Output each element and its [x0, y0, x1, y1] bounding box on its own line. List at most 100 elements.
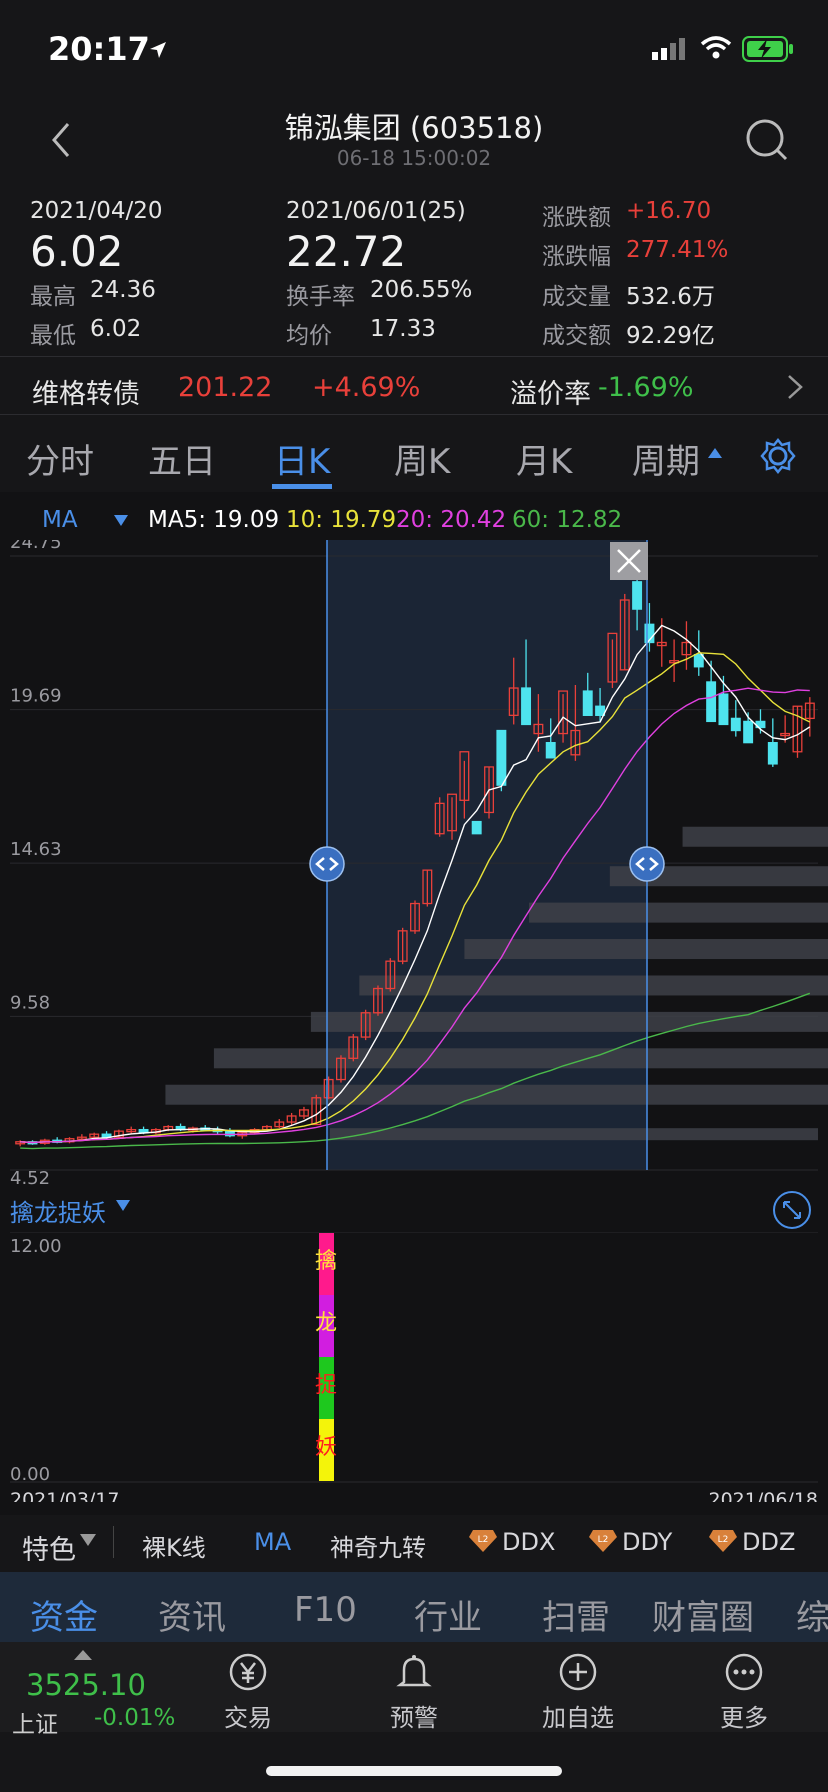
caret-down-icon[interactable]	[116, 1200, 130, 1212]
chip-bar	[682, 826, 828, 847]
ma60-value: 60: 12.82	[512, 507, 623, 533]
chip-bar	[529, 902, 828, 923]
quote-price: 6.02	[30, 227, 124, 276]
tab-wealth-circle[interactable]: 财富圈	[652, 1590, 754, 1639]
dock-more[interactable]: 更多	[684, 1652, 804, 1733]
chip-bar	[359, 975, 828, 996]
index-name: 上证	[12, 1712, 58, 1738]
chip-bar	[213, 1048, 828, 1069]
chip-bar	[165, 1084, 828, 1105]
dock-trade[interactable]: 交易	[188, 1652, 308, 1733]
candle-body	[693, 653, 704, 668]
dock-alert[interactable]: 预警	[354, 1652, 474, 1733]
amount-value: 92.29亿	[626, 323, 715, 349]
index-value[interactable]: 3525.10	[26, 1668, 146, 1702]
status-bar: 20:17	[0, 0, 828, 100]
ma10-value: 10: 19.79	[286, 507, 397, 533]
y-tick-label: 24.75	[10, 540, 62, 553]
tab-news[interactable]: 资讯	[158, 1590, 226, 1639]
bond-change: +4.69%	[312, 372, 421, 403]
avg-value: 17.33	[370, 316, 436, 342]
candle-body	[471, 820, 482, 835]
indicator-chart: 12.00 0.00 擒龙捉妖 2021/03/17 2021/06/18	[10, 1232, 818, 1502]
feature-ddz[interactable]: DDZ	[742, 1528, 795, 1556]
candle-body	[730, 717, 741, 732]
chg-amt-value: +16.70	[626, 198, 712, 224]
dock-trade-label: 交易	[224, 1704, 272, 1732]
tab-weekly-k[interactable]: 周K	[394, 434, 450, 483]
tab-funds[interactable]: 资金	[30, 1590, 98, 1639]
svg-text:L2: L2	[598, 1535, 609, 1545]
candle-body	[718, 693, 729, 726]
y-tick-label: 19.69	[10, 686, 62, 707]
ma-selector[interactable]: MA	[42, 507, 78, 533]
chip-bar	[330, 1128, 818, 1141]
chg-pct-label: 涨跌幅	[542, 244, 611, 270]
candle-body	[743, 720, 754, 744]
selection-range	[327, 540, 647, 1170]
tab-minute[interactable]: 分时	[26, 434, 94, 483]
tab-industry[interactable]: 行业	[414, 1590, 482, 1639]
caret-down-icon[interactable]	[80, 1534, 96, 1547]
low-label: 最低	[30, 323, 76, 349]
indicator-char: 擒	[315, 1249, 337, 1274]
range-date: 2021/06/01(25)	[286, 198, 466, 224]
feature-ma[interactable]: MA	[254, 1528, 291, 1556]
tab-five-day[interactable]: 五日	[148, 434, 216, 483]
settings-gear-icon[interactable]	[760, 438, 796, 474]
premium-label: 溢价率	[510, 379, 591, 410]
more-dots-icon	[725, 1653, 763, 1691]
low-value: 6.02	[90, 316, 142, 342]
chevron-right-icon	[788, 375, 803, 399]
premium-value: -1.69%	[598, 372, 694, 403]
index-change: -0.01%	[94, 1705, 176, 1731]
candlestick-chart[interactable]: 24.75 19.69 14.63 9.58 4.52	[0, 540, 828, 1186]
volume-value: 532.6万	[626, 284, 715, 310]
signal-icon	[652, 38, 685, 60]
search-icon[interactable]	[745, 118, 789, 162]
tab-composite[interactable]: 综	[796, 1590, 828, 1639]
bond-price: 201.22	[178, 372, 273, 403]
candle-body	[632, 581, 643, 610]
tab-daily-k[interactable]: 日K	[274, 434, 330, 483]
battery-charging-icon	[742, 36, 793, 62]
indicator-name[interactable]: 擒龙捉妖	[10, 1193, 106, 1228]
location-arrow-icon	[150, 42, 166, 58]
tab-f10[interactable]: F10	[294, 1590, 357, 1630]
convertible-bond-row[interactable]: 维格转债 201.22 +4.69% 溢价率 -1.69%	[0, 357, 828, 413]
tab-monthly-k[interactable]: 月K	[516, 434, 572, 483]
ma5-value: MA5: 19.09	[148, 507, 280, 533]
candle-body	[595, 705, 606, 716]
dock-alert-label: 预警	[390, 1704, 438, 1732]
tab-period[interactable]: 周期	[632, 434, 700, 483]
feature-ddx[interactable]: DDX	[502, 1528, 555, 1556]
turnover-value: 206.55%	[370, 277, 473, 303]
high-label: 最高	[30, 284, 76, 310]
active-tab-indicator	[272, 484, 332, 489]
caret-up-icon[interactable]	[74, 1648, 92, 1660]
bell-icon	[396, 1655, 432, 1687]
bond-name: 维格转债	[32, 379, 140, 410]
chg-pct-value: 277.41%	[626, 237, 729, 263]
feature-ddy[interactable]: DDY	[622, 1528, 672, 1556]
candle-body	[706, 681, 717, 723]
page-title: 锦泓集团 (603518)	[284, 111, 544, 145]
feature-magic-nine[interactable]: 神奇九转	[330, 1528, 426, 1563]
candle-body	[767, 742, 778, 765]
diamond-l2-icon: L2	[589, 1530, 617, 1552]
home-indicator	[266, 1766, 562, 1776]
tab-minesweeper[interactable]: 扫雷	[542, 1590, 610, 1639]
quote-date: 2021/04/20	[30, 198, 163, 224]
indicator-char: 捉	[315, 1373, 337, 1398]
ma-legend: MA MA5: 19.09 10: 19.79 20: 20.42 60: 12…	[0, 505, 828, 539]
dock-more-label: 更多	[720, 1704, 768, 1732]
feature-naked-k[interactable]: 裸K线	[142, 1528, 206, 1563]
dock-add-watchlist[interactable]: 加自选	[518, 1652, 638, 1733]
diamond-l2-icon: L2	[709, 1530, 737, 1552]
caret-down-icon[interactable]	[114, 515, 128, 527]
expand-icon[interactable]	[772, 1190, 812, 1230]
feature-special[interactable]: 特色	[22, 1528, 76, 1567]
avg-label: 均价	[286, 323, 332, 349]
indicator-y-bottom: 0.00	[10, 1464, 50, 1485]
chip-bar	[464, 939, 828, 960]
